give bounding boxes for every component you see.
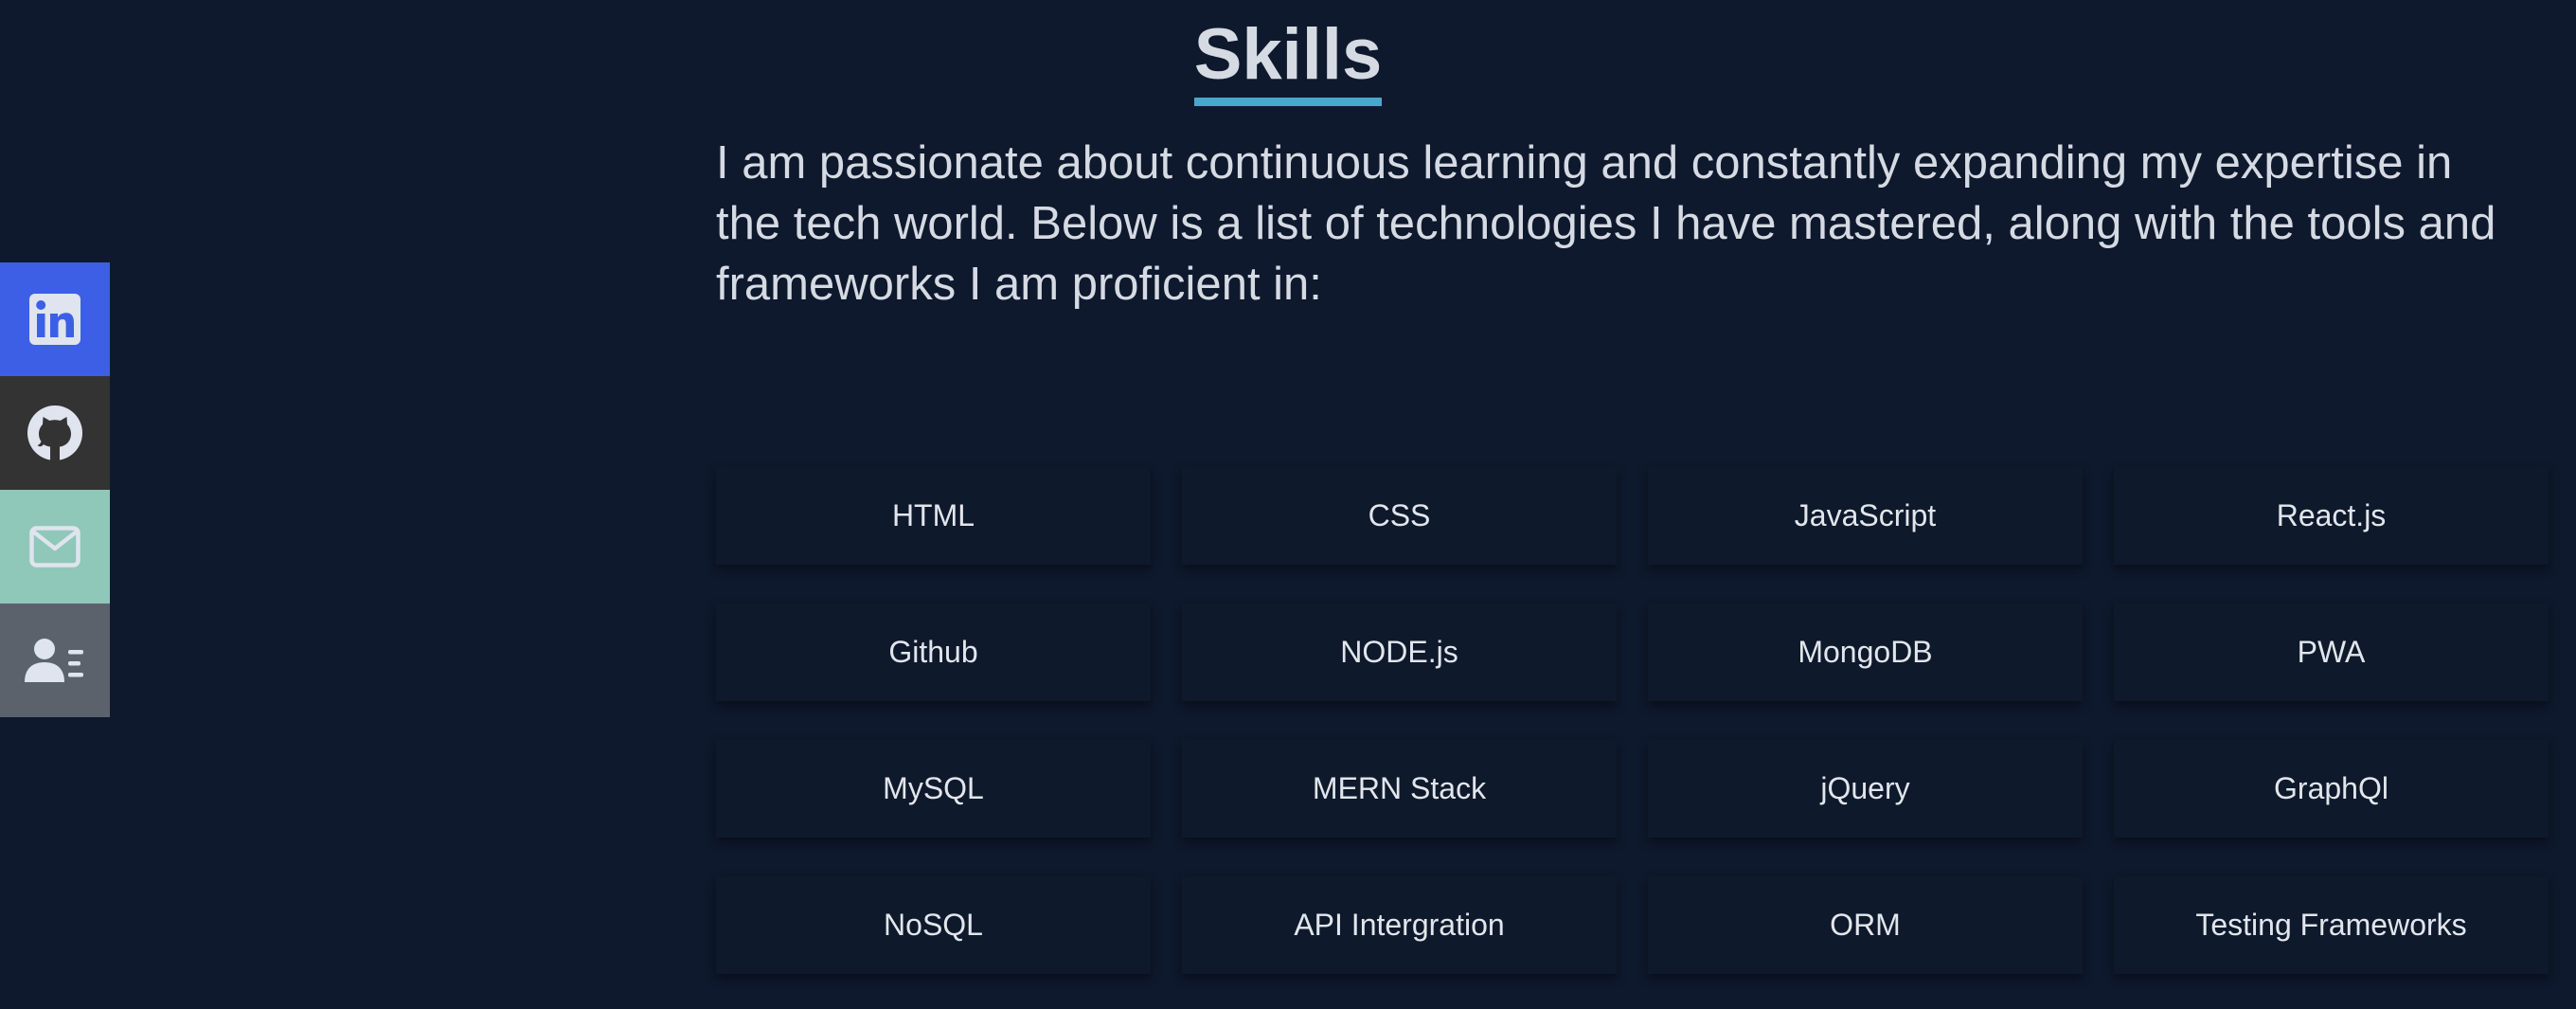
linkedin-icon: [29, 294, 80, 345]
skill-card: jQuery: [1648, 740, 2083, 838]
skill-card: Testing Frameworks: [2114, 876, 2549, 974]
skill-card: JavaScript: [1648, 467, 2083, 565]
skill-card: React.js: [2114, 467, 2549, 565]
skill-card: API Intergration: [1182, 876, 1617, 974]
contact-card-icon: [25, 637, 85, 684]
skill-card: ORM: [1648, 876, 2083, 974]
skill-card: MERN Stack: [1182, 740, 1617, 838]
skill-card: NoSQL: [716, 876, 1151, 974]
resume-link[interactable]: [0, 604, 110, 717]
linkedin-link[interactable]: [0, 262, 110, 376]
mail-icon: [29, 526, 80, 568]
skill-card: CSS: [1182, 467, 1617, 565]
github-icon: [26, 404, 84, 462]
skill-card: HTML: [716, 467, 1151, 565]
skill-card: Github: [716, 604, 1151, 701]
skill-card: PWA: [2114, 604, 2549, 701]
skills-intro: I am passionate about continuous learnin…: [716, 137, 2496, 310]
social-sidebar: [0, 262, 110, 717]
skills-heading: Skills: [0, 13, 2576, 107]
skill-card: MongoDB: [1648, 604, 2083, 701]
section-title: Skills: [1193, 13, 1383, 107]
skill-card: NODE.js: [1182, 604, 1617, 701]
github-link[interactable]: [0, 376, 110, 490]
skill-card: MySQL: [716, 740, 1151, 838]
email-link[interactable]: [0, 490, 110, 604]
skill-card: GraphQl: [2114, 740, 2549, 838]
skills-grid: HTML CSS JavaScript React.js Github NODE…: [716, 467, 2551, 974]
